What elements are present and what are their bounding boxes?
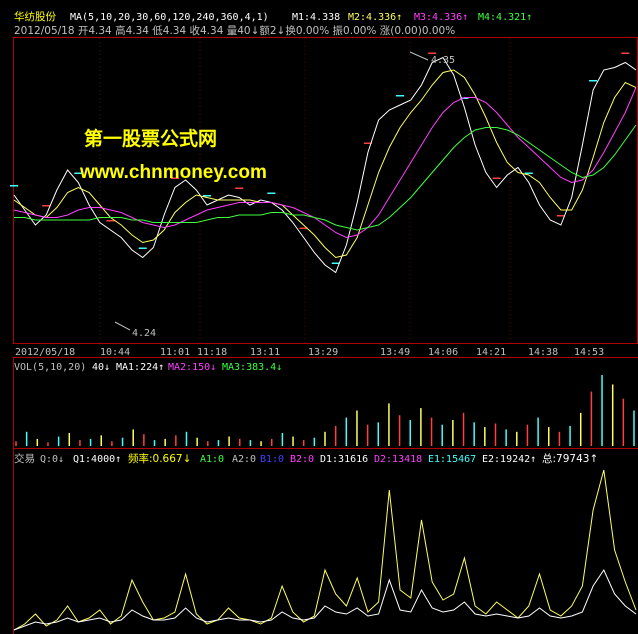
price-dot — [331, 262, 340, 264]
vol-ma2: MA2:150↓ — [168, 362, 216, 373]
price-dots — [10, 52, 630, 264]
price-dot — [396, 95, 405, 97]
trade-lines — [13, 469, 637, 631]
price-dot — [524, 172, 533, 174]
time-tick-label: 14:38 — [528, 347, 558, 358]
vol-value: 40↓ — [92, 362, 110, 373]
time-tick-label: 13:49 — [380, 347, 410, 358]
info-line: 2012/05/18 开4.34 高4.34 低4.34 收4.34 量40↓额… — [14, 24, 455, 37]
trade-header: 交易 Q:0↓ Q1:4000↑ 频率:0.667↓ A1:0 A2:0 B1:… — [14, 452, 598, 465]
trade-title: 交易 — [14, 452, 35, 465]
trade-b2: B2:0 — [290, 454, 314, 465]
trade-b1: B1:0 — [260, 454, 284, 465]
m2-value: M2:4.336↑ — [348, 12, 402, 23]
price-dot — [621, 52, 630, 54]
price-dot — [42, 205, 51, 207]
trade-e2: E2:19242↑ — [482, 454, 536, 465]
time-tick-label: 14:53 — [574, 347, 604, 358]
vol-ma3: MA3:383.4↓ — [222, 362, 282, 373]
time-tick-label: 14:06 — [428, 347, 458, 358]
m1-value: M1:4.338 — [292, 12, 340, 23]
m3-value: M3:4.336↑ — [414, 12, 468, 23]
time-axis: 10:44 11:01 11:18 13:11 13:29 13:49 14:06 14:21… — [100, 347, 604, 358]
price-dot — [492, 177, 501, 179]
time-tick-label: 11:01 — [160, 347, 190, 358]
trade-q1: Q1:4000↑ — [73, 454, 121, 465]
price-dot — [203, 195, 212, 197]
low-label: 4.24 — [132, 328, 156, 339]
time-tick-label: 14:21 — [476, 347, 506, 358]
price-dot — [428, 52, 437, 54]
chart-canvas: 华纺股份 MA(5,10,20,30,60,120,240,360,4,1) M… — [10, 10, 638, 634]
time-tick-label: 13:29 — [308, 347, 338, 358]
trade-e1: E1:15467 — [428, 454, 476, 465]
trade-a1: A1:0 — [200, 454, 224, 465]
time-axis-date: 2012/05/18 — [15, 347, 75, 358]
vol-params: VOL(5,10,20) — [14, 362, 86, 373]
high-label: 4.35 — [431, 55, 455, 66]
time-tick-label: 10:44 — [100, 347, 130, 358]
price-dot — [106, 220, 115, 222]
price-dot — [556, 215, 565, 217]
watermark-url: www.chnmoney.com — [80, 162, 267, 183]
trade-rate: 频率:0.667↓ — [128, 452, 191, 465]
time-tick-label: 13:11 — [250, 347, 280, 358]
trade-series-line — [13, 568, 637, 631]
price-dot — [267, 192, 276, 194]
trade-q: Q:0↓ — [40, 454, 64, 465]
low-marker — [114, 321, 131, 331]
trade-d2: D2:13418 — [374, 454, 422, 465]
trade-d1: D1:31616 — [320, 454, 368, 465]
volume-bars — [15, 375, 635, 446]
trade-total: 总:79743↑ — [542, 452, 598, 465]
price-dot — [235, 187, 244, 189]
watermark-title: 第一股票公式网 — [84, 128, 218, 150]
header-line: 华纺股份 MA(5,10,20,30,60,120,240,360,4,1) M… — [14, 10, 532, 23]
trade-a2: A2:0 — [232, 454, 256, 465]
stock-name: 华纺股份 — [14, 10, 56, 23]
high-marker — [409, 51, 429, 61]
price-dot — [10, 185, 18, 187]
m4-value: M4:4.321↑ — [478, 12, 532, 23]
ma-params: MA(5,10,20,30,60,120,240,360,4,1) — [70, 12, 269, 23]
volume-header: VOL(5,10,20) 40↓ MA1:224↑ MA2:150↓ MA3:3… — [14, 362, 282, 373]
time-tick-label: 11:18 — [197, 347, 227, 358]
price-dot — [138, 247, 147, 249]
vol-ma1: MA1:224↑ — [116, 362, 164, 373]
price-dot — [589, 80, 598, 82]
